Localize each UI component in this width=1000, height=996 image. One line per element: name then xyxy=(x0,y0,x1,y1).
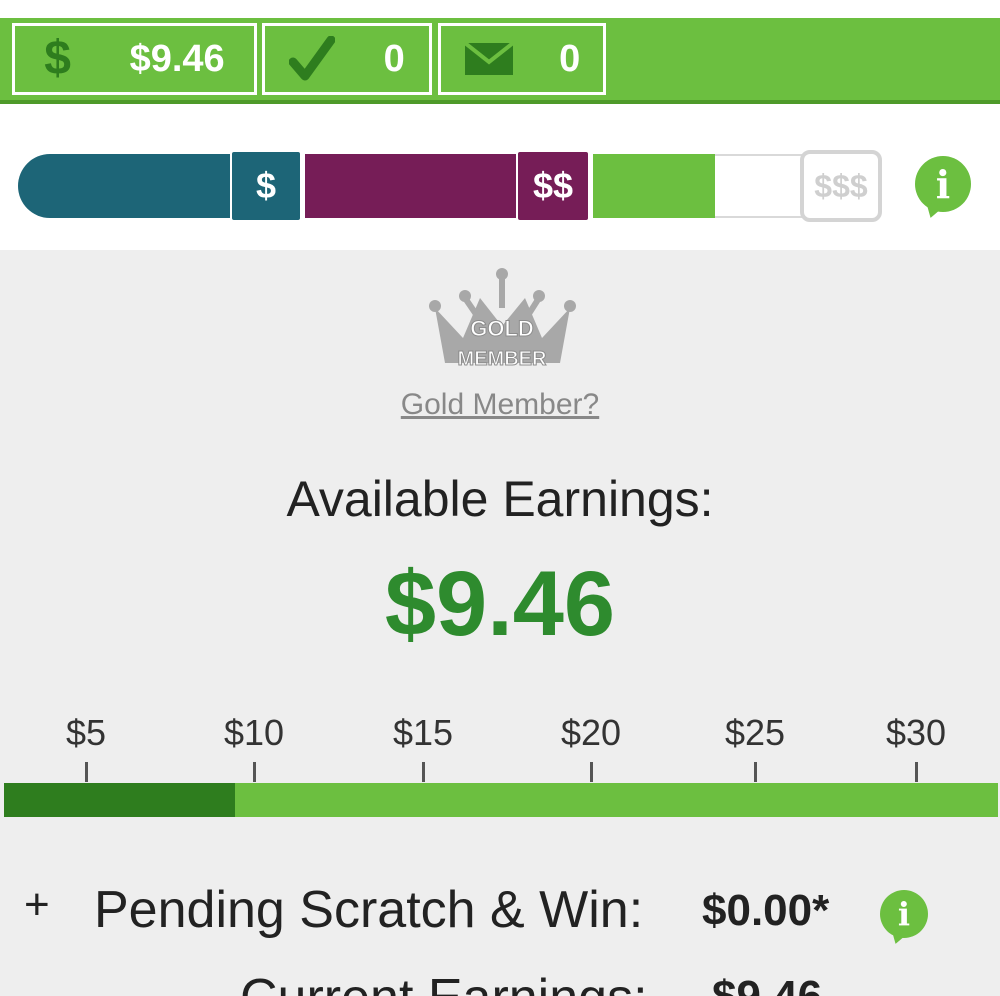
payout-progress-bar xyxy=(4,783,998,817)
available-earnings-amount: $9.46 xyxy=(384,553,616,655)
checks-count: 0 xyxy=(383,37,405,80)
scale-label-15: $15 xyxy=(392,712,454,753)
pending-scratch-win-label: Pending Scratch & Win: xyxy=(94,881,644,939)
top-stats-bar: $ $9.46 0 0 xyxy=(0,18,1000,104)
scale-label-10: $10 xyxy=(223,712,285,753)
scale-label-20: $20 xyxy=(560,712,622,753)
scale-tick xyxy=(590,762,593,782)
level3-segment-empty xyxy=(715,154,810,218)
level1-segment xyxy=(18,154,233,218)
scale-tick xyxy=(422,762,425,782)
balance-stat[interactable]: $ $9.46 xyxy=(12,23,257,95)
level1-badge: $ xyxy=(230,150,302,222)
level2-segment xyxy=(305,154,517,218)
payout-progress-fill xyxy=(4,783,235,817)
messages-count: 0 xyxy=(559,37,581,80)
current-earnings-row: Current Earnings: $9.46 xyxy=(0,968,1000,996)
scale-label-25: $25 xyxy=(724,712,786,753)
current-earnings-label: Current Earnings: xyxy=(240,968,648,996)
checks-stat[interactable]: 0 xyxy=(262,23,432,95)
current-earnings-value: $9.46 xyxy=(712,972,822,996)
crown-text-gold: GOLD xyxy=(470,316,534,341)
scale-tick xyxy=(85,762,88,782)
level3-badge: $$$ xyxy=(800,150,882,222)
scale-label-30: $30 xyxy=(885,712,947,753)
messages-stat[interactable]: 0 xyxy=(438,23,606,95)
scale-tick xyxy=(754,762,757,782)
scale-label-5: $5 xyxy=(65,712,107,753)
scale-tick xyxy=(915,762,918,782)
pending-scratch-win-value: $0.00* xyxy=(702,886,830,935)
available-earnings-label: Available Earnings: xyxy=(286,471,714,527)
level-progress-bar: $ $$ $$$ xyxy=(18,150,888,222)
pending-info-icon[interactable]: i xyxy=(880,890,928,938)
scale-tick xyxy=(253,762,256,782)
dollar-icon: $ xyxy=(44,32,71,85)
earnings-panel: GOLD MEMBER Gold Member? Available Earni… xyxy=(0,250,1000,996)
page: $ $9.46 0 0 $ $$ $$$ i GOLD MEMBER Gold … xyxy=(0,0,1000,996)
level2-badge: $$ xyxy=(516,150,590,222)
balance-value: $9.46 xyxy=(129,37,225,80)
gold-member-crown-icon: GOLD MEMBER xyxy=(425,268,580,378)
envelope-icon xyxy=(463,42,514,76)
level3-segment-filled xyxy=(593,154,715,218)
level-info-icon[interactable]: i xyxy=(915,156,971,212)
expand-plus-icon[interactable]: + xyxy=(24,880,50,930)
pending-scratch-win-row[interactable]: + Pending Scratch & Win: $0.00* xyxy=(0,880,1000,950)
gold-member-link[interactable]: Gold Member? xyxy=(0,388,1000,422)
checkmark-icon xyxy=(289,36,336,82)
crown-text-member: MEMBER xyxy=(458,348,547,370)
